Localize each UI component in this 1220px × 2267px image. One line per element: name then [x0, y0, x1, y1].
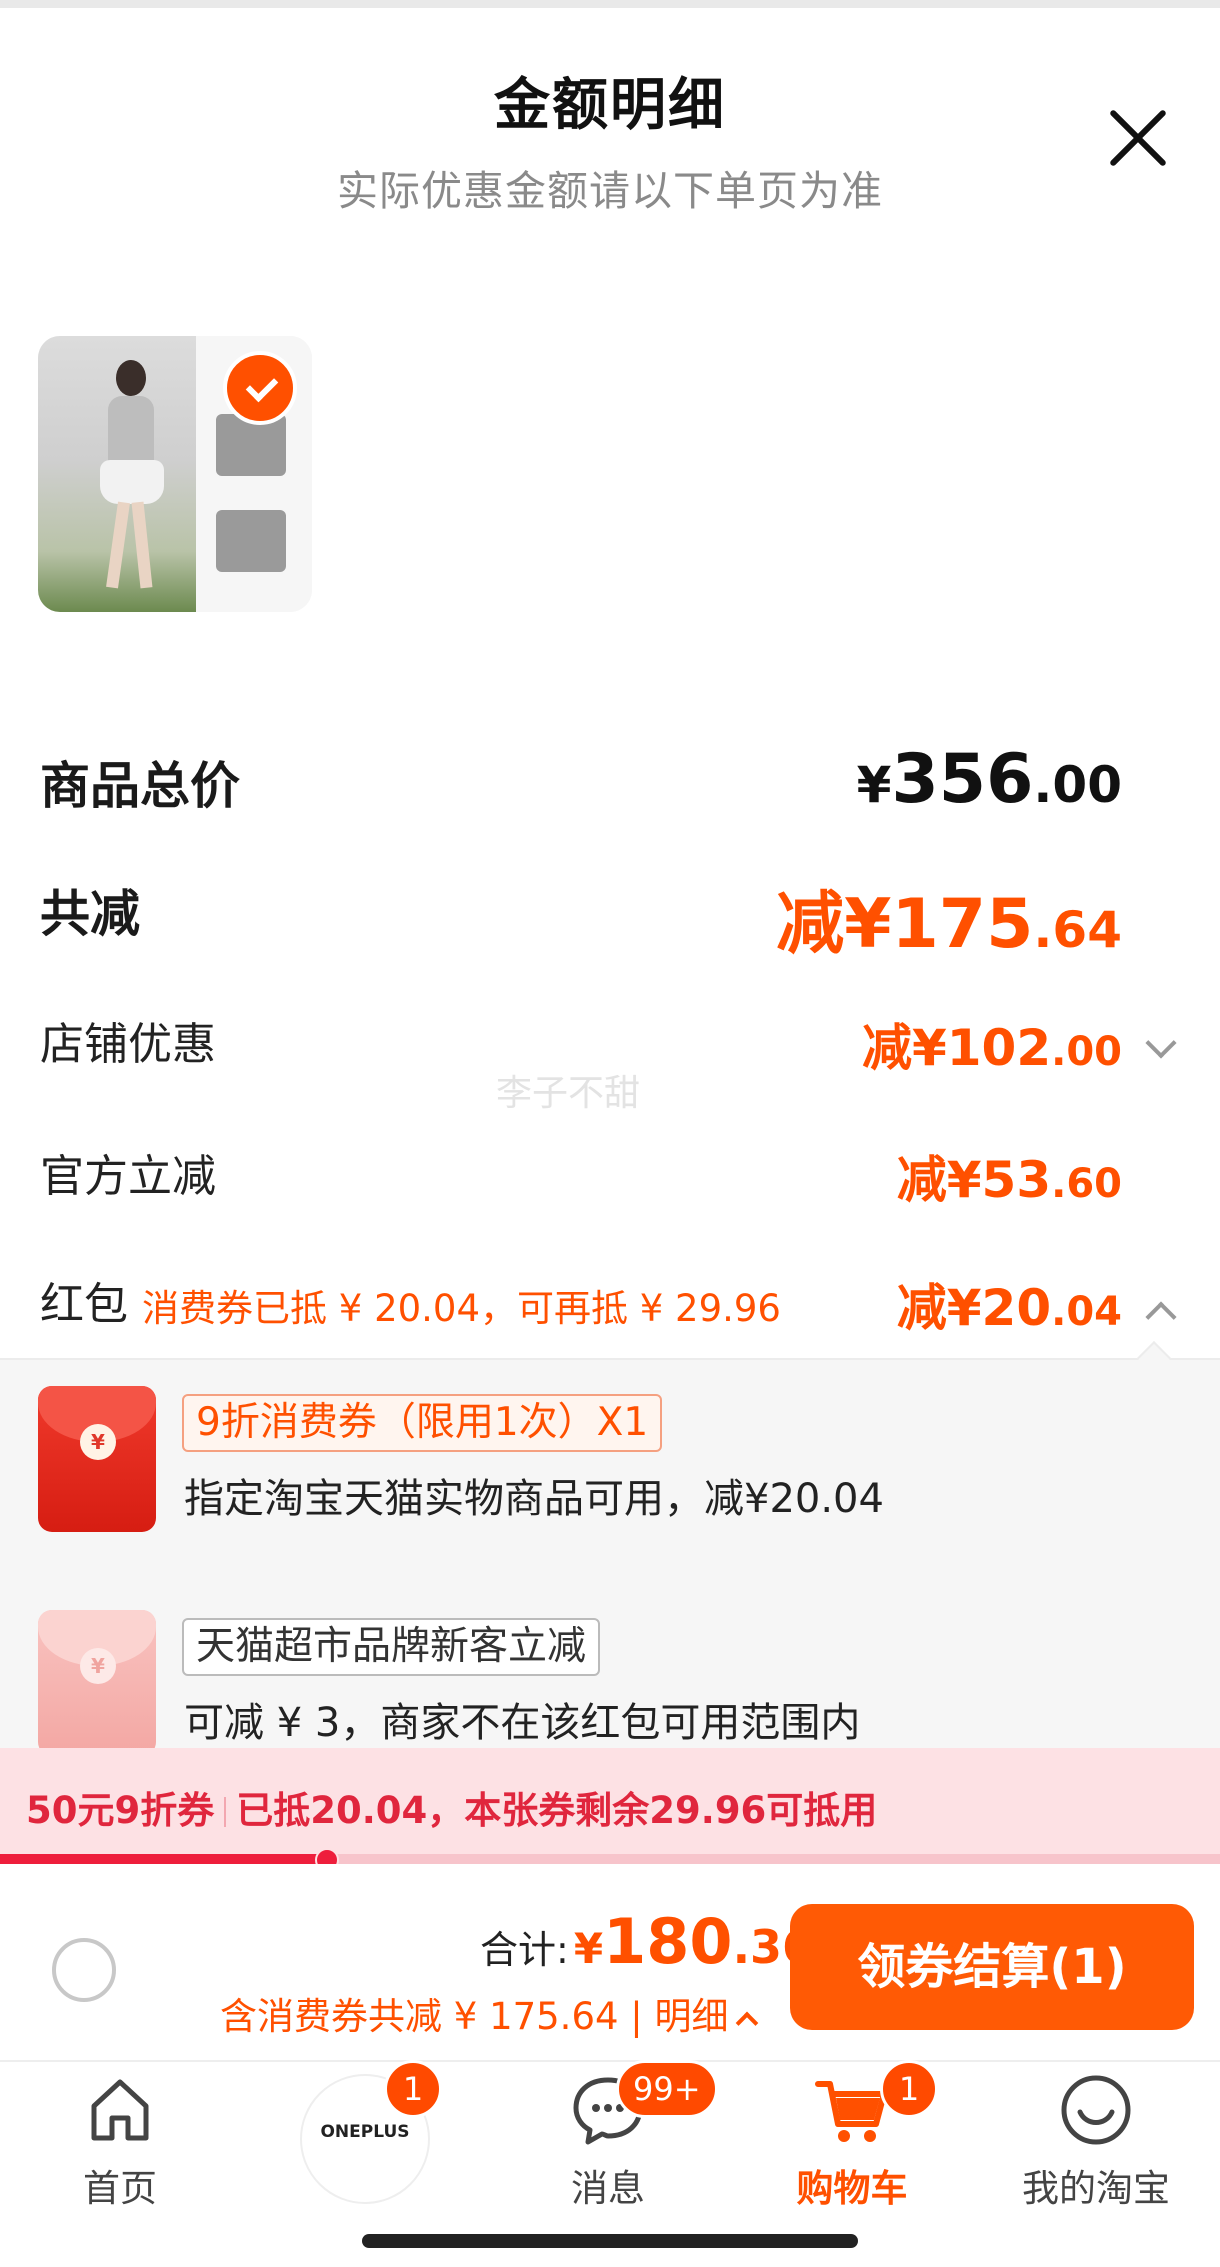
coupon-progress-fill [0, 1854, 327, 1864]
sum-value: ¥180.36 [574, 1905, 814, 1978]
coupon-tag: 天猫超市品牌新客立减 [182, 1618, 601, 1676]
sum-label: 合计: [480, 1928, 569, 1972]
red-packet-label: 红包 [40, 1279, 128, 1330]
tab-home[interactable]: 首页 [20, 2070, 220, 2210]
tab-label: 消息 [571, 2167, 645, 2210]
total-price-amount: 356 [891, 740, 1034, 819]
total-price-value: ¥356.00 [857, 740, 1122, 819]
tab-label: 我的淘宝 [1022, 2167, 1170, 2210]
currency-symbol: ¥ [856, 756, 892, 814]
reduction-cents: .64 [1033, 901, 1122, 959]
shop-discount-prefix: 减¥ [861, 1019, 947, 1077]
smiley-icon [1061, 2075, 1131, 2145]
model-figure-body [108, 396, 154, 466]
select-all-radio[interactable] [52, 1938, 116, 2002]
total-reduction-label: 共减 [40, 885, 140, 943]
total-reduction-value: 减¥175.64 [776, 868, 1122, 967]
red-envelope-icon: ¥ [38, 1386, 156, 1532]
chevron-down-icon[interactable] [1145, 1027, 1177, 1059]
sheet-title: 金额明细 [494, 73, 726, 138]
selected-check-icon[interactable] [223, 351, 297, 425]
notification-badge: 99+ [616, 2060, 718, 2118]
status-strip [0, 0, 1220, 8]
coupon-description: 可减 ¥ 3，商家不在该红包可用范围内 [184, 1700, 861, 1746]
red-packet-cents: .04 [1051, 1289, 1122, 1335]
shop-discount-cents: .00 [1051, 1029, 1122, 1075]
coupon-progress-banner: 50元9折券 已抵20.04，本张券剩余29.96可抵用 [0, 1748, 1220, 1858]
red-envelope-icon-disabled: ¥ [38, 1610, 156, 1756]
checkout-button[interactable]: 领券结算(1) [790, 1904, 1194, 2030]
divider [224, 1797, 227, 1827]
official-discount-prefix: 减¥ [896, 1151, 982, 1209]
model-figure [116, 360, 146, 396]
sum-total: 合计: ¥180.36 [480, 1905, 814, 1978]
envelope-seal: ¥ [80, 1648, 116, 1684]
total-price-cents: .00 [1033, 756, 1122, 814]
coupon-name: 50元9折券 [26, 1789, 215, 1832]
reduction-prefix: 减¥ [776, 885, 892, 964]
home-indicator[interactable] [362, 2234, 858, 2248]
coupon-progress-track [0, 1854, 1220, 1864]
tab-label: 购物车 [796, 2167, 908, 2210]
notification-badge: 1 [880, 2060, 938, 2118]
shop-discount-amount: 102 [946, 1019, 1052, 1077]
tab-label: 首页 [83, 2167, 157, 2210]
sheet-subtitle: 实际优惠金额请以下单页为准 [337, 167, 883, 215]
red-packet-note: 消费券已抵 ¥ 20.04，可再抵 ¥ 29.96 [142, 1287, 781, 1330]
oneplus-logo: ONEPLUS [320, 2122, 410, 2142]
home-icon [91, 2079, 149, 2141]
tshirt-image [216, 510, 286, 572]
total-price-label: 商品总价 [40, 757, 240, 815]
discount-detail-text: 含消费券共减 ¥ 175.64 | 明细 [220, 1995, 729, 2038]
envelope-seal: ¥ [80, 1424, 116, 1460]
red-packet-value: 减¥20.04 [897, 1268, 1122, 1340]
sum-amount: 180 [603, 1905, 733, 1978]
coupon-progress-text: 50元9折券 已抵20.04，本张券剩余29.96可抵用 [26, 1780, 877, 1834]
notification-badge: 1 [384, 2060, 442, 2118]
coupon-tag: 9折消费券（限用1次）X1 [182, 1394, 663, 1452]
shop-discount-label: 店铺优惠 [40, 1019, 216, 1070]
sum-currency: ¥ [573, 1924, 604, 1973]
official-discount-amount: 53 [981, 1151, 1052, 1209]
coupon-usage-detail: 已抵20.04，本张券剩余29.96可抵用 [236, 1789, 878, 1832]
red-packet-amount: 20 [981, 1279, 1052, 1337]
chevron-up-icon [735, 2011, 758, 2035]
discount-detail-link[interactable]: 含消费券共减 ¥ 175.64 | 明细 [220, 1986, 758, 2040]
sheet-header: 金额明细 实际优惠金额请以下单页为准 [0, 60, 1220, 217]
official-discount-label: 官方立减 [40, 1151, 216, 1202]
watermark: 李子不甜 [496, 1073, 641, 1114]
close-icon[interactable] [1100, 100, 1176, 176]
coupon-description: 指定淘宝天猫实物商品可用，减¥20.04 [184, 1476, 884, 1522]
reduction-amount: 175 [891, 885, 1034, 964]
official-discount-value: 减¥53.60 [897, 1140, 1122, 1212]
model-figure-skirt [100, 460, 164, 504]
tab-my-taobao[interactable]: 我的淘宝 [996, 2070, 1196, 2210]
shop-discount-value: 减¥102.00 [862, 1008, 1122, 1080]
red-packet-prefix: 减¥ [896, 1279, 982, 1337]
chevron-up-icon[interactable] [1145, 1301, 1177, 1333]
official-discount-cents: .60 [1051, 1161, 1122, 1207]
